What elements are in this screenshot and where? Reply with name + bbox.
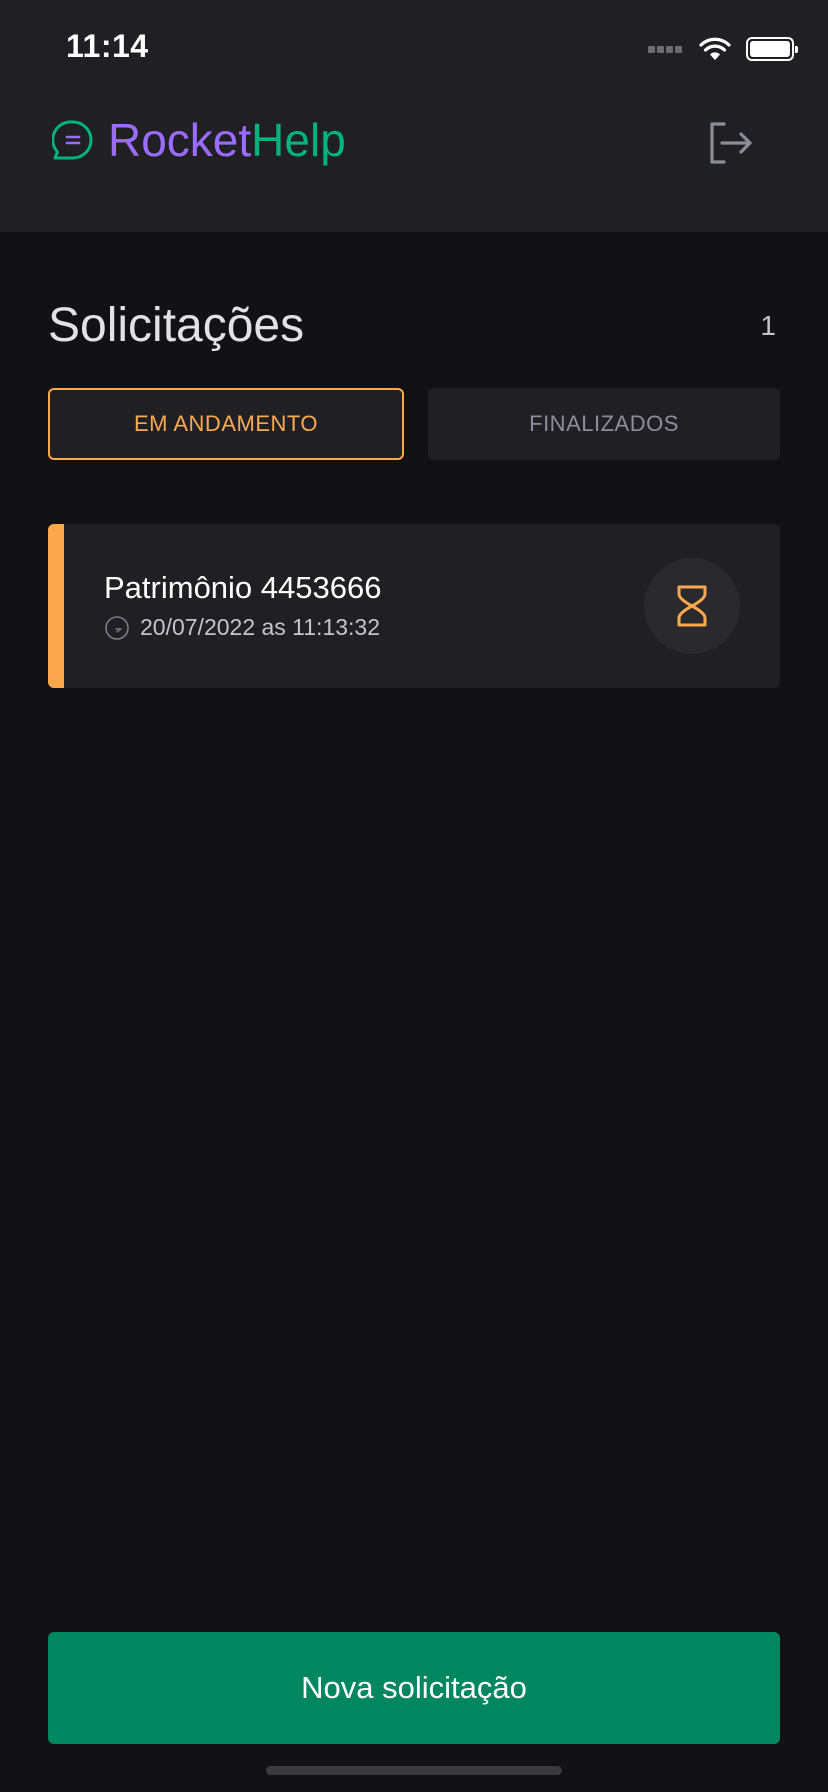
logo-text-help: Help [251, 114, 346, 166]
order-title: Patrimônio 4453666 [104, 570, 382, 605]
logo-text-rocket: Rocket [108, 114, 252, 166]
order-status-badge [644, 558, 740, 654]
chat-bubble-icon [52, 120, 93, 160]
order-card[interactable]: Patrimônio 4453666 20/07/2022 as 11:13:3… [48, 524, 780, 688]
status-stripe [48, 524, 64, 688]
clock-icon [105, 615, 129, 640]
app-header: 11:14 RocketHelp [0, 0, 828, 232]
order-meta: 20/07/2022 as 11:13:32 [104, 614, 380, 641]
status-bar-icons [648, 36, 798, 62]
sign-out-icon[interactable] [706, 118, 756, 168]
orders-count: 1 [760, 310, 776, 341]
filter-finished-button[interactable]: FINALIZADOS [428, 388, 780, 460]
hourglass-icon [677, 585, 707, 627]
status-bar-time: 11:14 [66, 28, 149, 64]
cellular-signal-icon [648, 45, 684, 53]
battery-icon [746, 37, 798, 61]
order-date: 20/07/2022 as 11:13:32 [140, 614, 381, 640]
new-request-button[interactable]: Nova solicitação [48, 1632, 780, 1744]
wifi-icon [699, 37, 731, 60]
filter-in-progress-button[interactable]: EM ANDAMENTO [48, 388, 404, 460]
home-indicator[interactable] [266, 1766, 562, 1775]
page-title: Solicitações [48, 299, 305, 352]
app-logo: RocketHelp [52, 112, 346, 168]
